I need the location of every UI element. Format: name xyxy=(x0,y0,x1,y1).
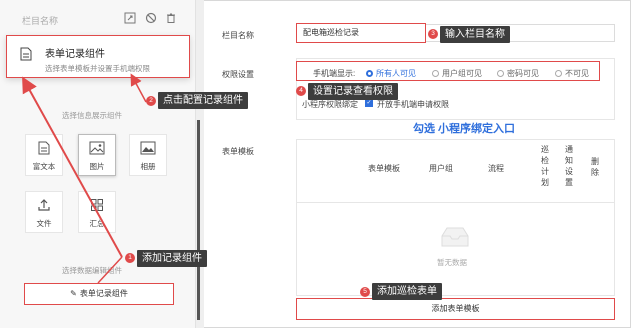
annotation-arrows xyxy=(22,73,147,284)
step3-tag: 输入栏目名称 xyxy=(440,26,510,43)
step5-tag: 添加巡检表单 xyxy=(372,283,442,300)
step4-tag: 设置记录查看权限 xyxy=(308,83,398,100)
step2-badge: 2 xyxy=(146,96,156,106)
arrow-step1 xyxy=(22,76,123,258)
step4-badge: 4 xyxy=(296,86,306,96)
step1-badge: 1 xyxy=(125,253,135,263)
step5-badge: 5 xyxy=(360,287,370,297)
step3-badge: 3 xyxy=(428,29,438,39)
step1-tag: 添加记录组件 xyxy=(137,250,207,267)
step2-tag: 点击配置记录组件 xyxy=(158,92,248,109)
arrow-step2 xyxy=(130,73,147,103)
arrow-step1-tail xyxy=(97,256,123,284)
